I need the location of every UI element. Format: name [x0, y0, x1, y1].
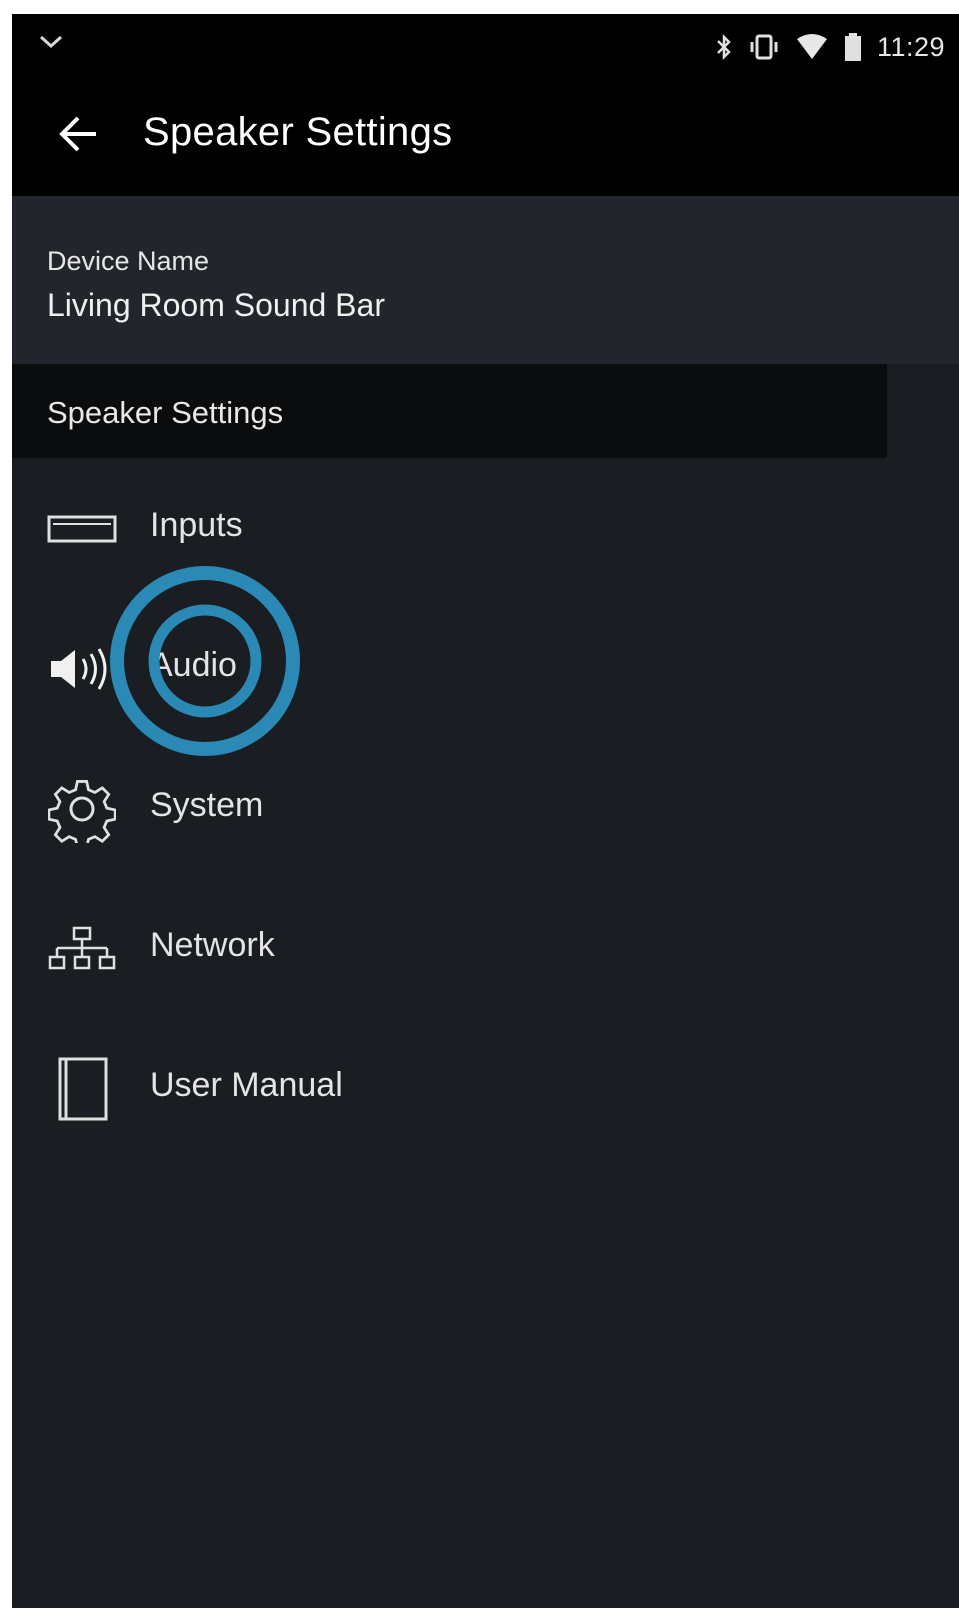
status-icons: 11:29: [715, 30, 945, 64]
menu-item-inputs[interactable]: Inputs: [12, 458, 887, 598]
section-header-label: Speaker Settings: [47, 395, 284, 430]
device-name-row[interactable]: Device Name Living Room Sound Bar: [12, 196, 959, 364]
inputs-icon: [47, 494, 117, 564]
menu-item-label: System: [150, 786, 264, 824]
menu-item-label: Inputs: [150, 506, 243, 544]
bluetooth-icon: [715, 33, 733, 61]
gear-icon: [47, 774, 117, 844]
status-time: 11:29: [876, 31, 945, 62]
menu-item-label: Network: [150, 926, 275, 964]
speaker-icon: [47, 634, 117, 704]
network-icon: [47, 914, 117, 984]
vibrate-icon: [747, 33, 781, 61]
arrow-back-icon: [56, 114, 100, 159]
menu-item-audio[interactable]: Audio: [12, 598, 887, 738]
page-title: Speaker Settings: [143, 110, 453, 154]
menu-item-network[interactable]: Network: [12, 878, 887, 1018]
status-bar: 11:29: [12, 14, 959, 80]
wifi-icon: [795, 33, 829, 61]
phone-screen: 11:29 Speaker Settings Device Name Livin…: [12, 14, 959, 1608]
menu-item-label: Audio: [150, 646, 237, 684]
menu-item-label: User Manual: [150, 1066, 343, 1104]
menu-item-system[interactable]: System: [12, 738, 887, 878]
battery-icon: [843, 32, 863, 62]
notification-chevron-icon: [38, 32, 64, 52]
device-name-value: Living Room Sound Bar: [47, 287, 385, 323]
menu-item-user-manual[interactable]: User Manual: [12, 1018, 887, 1158]
manual-icon: [47, 1054, 117, 1124]
section-header: Speaker Settings: [12, 364, 887, 458]
app-bar: Speaker Settings: [12, 80, 959, 196]
device-name-label: Device Name: [47, 246, 210, 276]
back-button[interactable]: [50, 108, 106, 164]
